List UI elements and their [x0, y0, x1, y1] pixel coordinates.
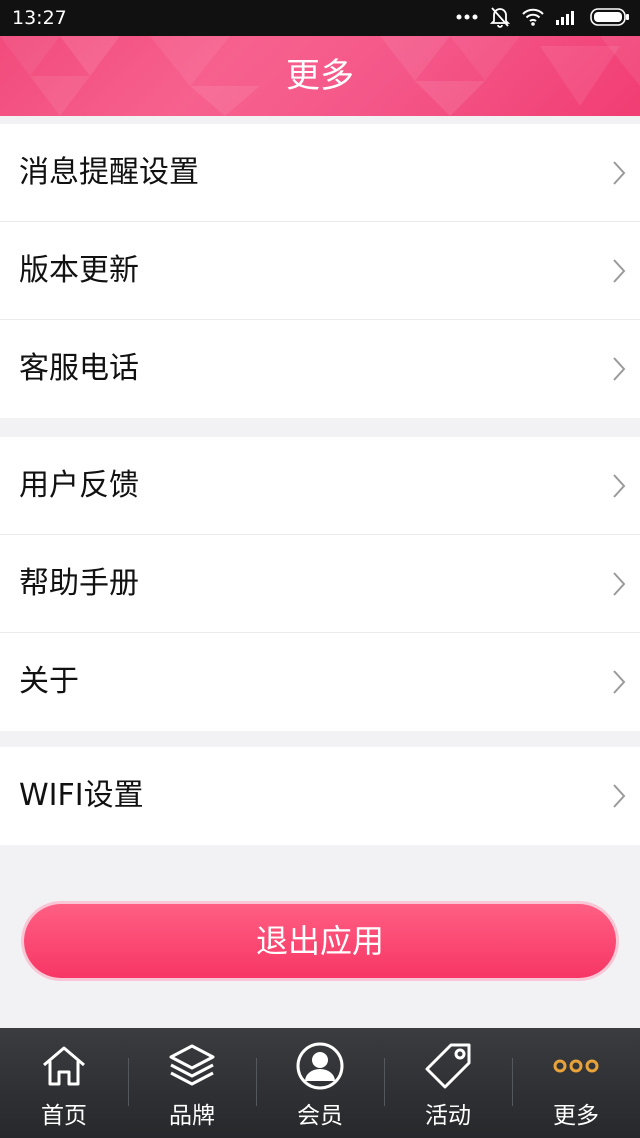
layers-icon [168, 1040, 216, 1092]
chevron-right-icon [613, 670, 626, 694]
home-icon [41, 1040, 87, 1092]
header-bar: 更多 [0, 36, 640, 116]
menu-item-label: 消息提醒设置 [19, 155, 199, 190]
menu-item-about[interactable]: 关于 [0, 633, 640, 731]
more-notifications-icon [456, 13, 478, 21]
menu-item-label: 客服电话 [19, 351, 139, 386]
more-dots-icon [553, 1040, 599, 1092]
tab-label: 更多 [553, 1103, 599, 1129]
status-time: 13:27 [12, 7, 67, 29]
menu-item-label: 版本更新 [19, 253, 139, 288]
chevron-right-icon [613, 784, 626, 808]
tab-label: 首页 [41, 1103, 87, 1129]
chevron-right-icon [613, 572, 626, 596]
page-title: 更多 [286, 56, 354, 96]
tab-activity[interactable]: 活动 [384, 1028, 512, 1138]
menu-item-version-update[interactable]: 版本更新 [0, 222, 640, 320]
tab-home[interactable]: 首页 [0, 1028, 128, 1138]
signal-icon [556, 9, 578, 25]
user-icon [295, 1040, 345, 1092]
menu-item-customer-service-phone[interactable]: 客服电话 [0, 320, 640, 418]
menu-item-wifi-settings[interactable]: WIFI设置 [0, 747, 640, 845]
chevron-right-icon [613, 259, 626, 283]
settings-group-3: WIFI设置 [0, 747, 640, 845]
status-bar: 13:27 [0, 0, 640, 36]
menu-item-label: 帮助手册 [19, 566, 139, 601]
menu-item-user-feedback[interactable]: 用户反馈 [0, 437, 640, 535]
tag-icon [423, 1040, 473, 1092]
battery-icon [590, 8, 630, 26]
chevron-right-icon [613, 161, 626, 185]
settings-group-2: 用户反馈 帮助手册 关于 [0, 437, 640, 731]
settings-group-1: 消息提醒设置 版本更新 客服电话 [0, 124, 640, 418]
menu-item-label: 用户反馈 [19, 468, 139, 503]
bottom-tab-bar: 首页 品牌 会员 活动 更多 [0, 1028, 640, 1138]
tab-label: 会员 [297, 1103, 343, 1129]
chevron-right-icon [613, 357, 626, 381]
menu-item-label: WIFI设置 [19, 778, 144, 813]
status-icons [456, 6, 630, 28]
mute-bell-icon [490, 6, 510, 28]
tab-brand[interactable]: 品牌 [128, 1028, 256, 1138]
menu-item-message-reminder[interactable]: 消息提醒设置 [0, 124, 640, 222]
menu-item-help-manual[interactable]: 帮助手册 [0, 535, 640, 633]
tab-label: 活动 [425, 1103, 471, 1129]
menu-item-label: 关于 [19, 664, 79, 699]
wifi-icon [522, 8, 544, 26]
logout-button[interactable]: 退出应用 [24, 904, 616, 978]
tab-label: 品牌 [169, 1103, 215, 1129]
chevron-right-icon [613, 474, 626, 498]
tab-member[interactable]: 会员 [256, 1028, 384, 1138]
tab-more[interactable]: 更多 [512, 1028, 640, 1138]
